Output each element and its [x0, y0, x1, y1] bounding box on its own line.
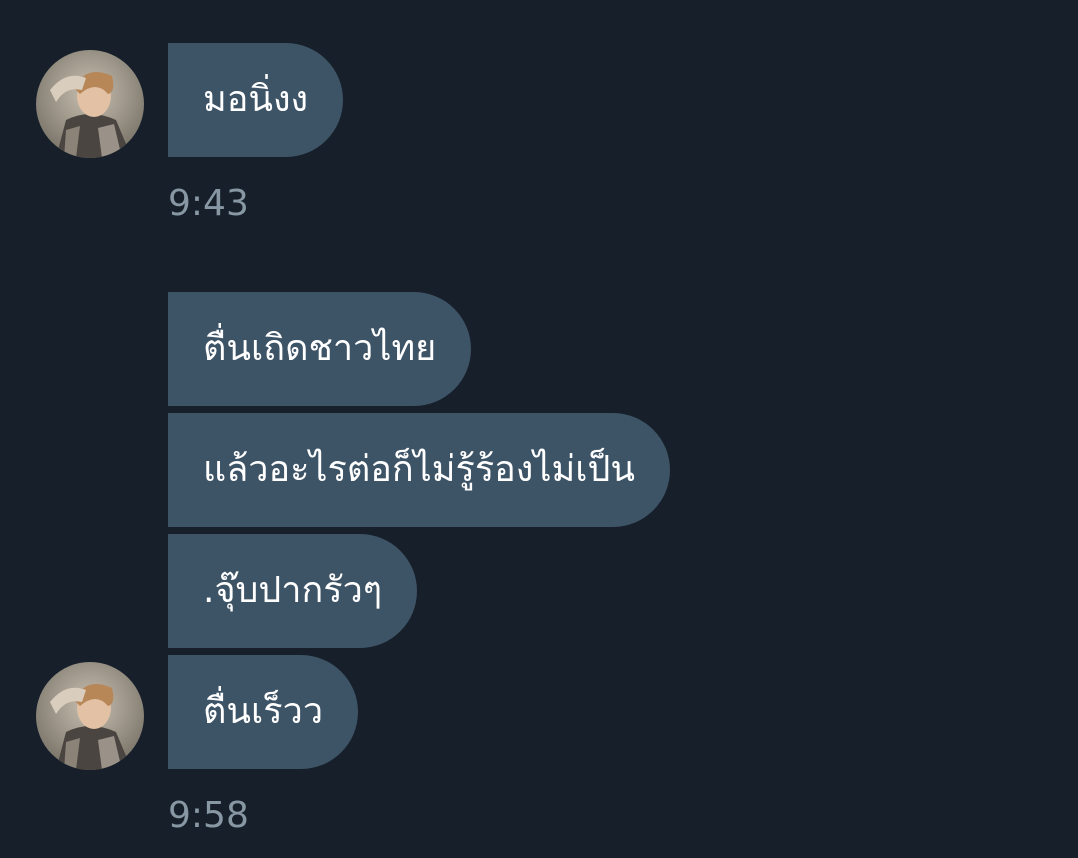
message-bubble[interactable]: ตื่นเร็วว: [168, 655, 359, 769]
message-timestamp: 9:58: [168, 795, 249, 836]
message-bubble[interactable]: .จุ๊บปากรัวๆ: [168, 534, 418, 648]
avatar-photo-icon: [36, 662, 144, 770]
message-bubble[interactable]: แล้วอะไรต่อก็ไม่รู้ร้องไม่เป็น: [168, 413, 670, 527]
message-timestamp: 9:43: [168, 183, 249, 224]
message-bubble[interactable]: ตื่นเถิดชาวไทย: [168, 292, 472, 406]
message-bubble[interactable]: มอนิ่งง: [168, 43, 344, 157]
avatar-photo-icon: [36, 50, 144, 158]
sender-avatar[interactable]: [36, 662, 144, 770]
sender-avatar[interactable]: [36, 50, 144, 158]
